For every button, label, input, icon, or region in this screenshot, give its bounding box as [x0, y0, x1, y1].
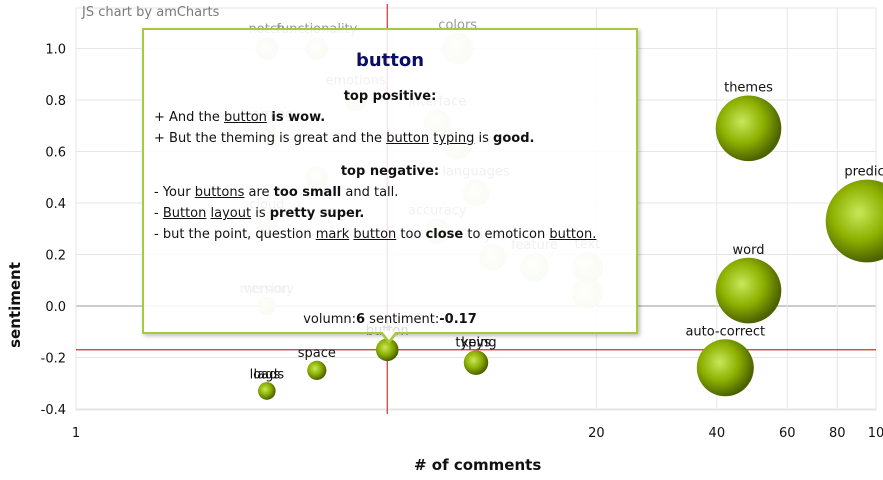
y-axis-title: sentiment: [6, 262, 24, 348]
tooltip-positive-heading: top positive:: [343, 89, 437, 104]
bubble-label: loads: [250, 367, 285, 382]
tooltip-positive-list: + And the button is wow. + But the themin…: [144, 110, 636, 146]
bubble-label: keys: [461, 335, 491, 350]
y-tick-label: -0.2: [41, 352, 66, 367]
comment-text: too: [396, 227, 426, 242]
sentiment-phrase: is wow.: [266, 110, 326, 125]
tooltip-negative-heading: top negative:: [340, 164, 440, 179]
tooltip-volume-value: 6: [356, 312, 366, 327]
y-tick-label: 0.2: [45, 249, 66, 264]
comment-text: is: [474, 131, 494, 146]
sentiment-phrase: close: [425, 227, 464, 242]
keyword-highlight: button: [353, 227, 397, 242]
x-tick-label: 80: [829, 426, 846, 441]
x-tick-label: 10: [868, 426, 883, 441]
negative-comment-line: - Your buttons are too small and tall.: [154, 185, 636, 200]
negative-comment-line: - Button layout is pretty super.: [154, 206, 636, 221]
keyword-highlight: button: [224, 110, 267, 125]
bubble: [307, 360, 327, 380]
x-axis-title: # of comments: [414, 456, 542, 474]
tooltip-volume-label: volumn:: [303, 312, 356, 327]
x-tick-label: 40: [709, 426, 726, 441]
tooltip-footer: volumn:6 sentiment:-0.17: [144, 312, 636, 327]
comment-text: and tall.: [341, 185, 399, 200]
sentiment-phrase: pretty super.: [269, 206, 365, 221]
comment-text: to emoticon: [463, 227, 550, 242]
bubble-label: auto-correct: [685, 324, 765, 339]
bubble: [715, 95, 782, 162]
keyword-highlight: buttons: [194, 185, 245, 200]
bubble-label: predict: [844, 165, 883, 180]
tooltip-pointer-fill: [382, 331, 396, 340]
bubble-tooltip: button top positive: + And the button is…: [142, 28, 638, 334]
comment-text: - Your: [154, 185, 195, 200]
bubble-label: word: [733, 243, 765, 258]
y-tick-label: 0.8: [45, 94, 66, 109]
sentiment-phrase: too small: [273, 185, 342, 200]
tooltip-sentiment-label: sentiment:: [365, 312, 440, 327]
comment-text: + But the theming is great and the: [154, 131, 387, 146]
x-tick-label: 20: [588, 426, 605, 441]
bubble: [715, 257, 782, 324]
bubble-label: themes: [724, 81, 773, 96]
bubble: [463, 350, 489, 375]
keyword-highlight: typing: [433, 131, 475, 146]
y-tick-label: -0.4: [41, 403, 66, 418]
keyword-highlight: Button: [162, 206, 207, 221]
bubble-label: space: [298, 346, 336, 361]
comment-text: is: [251, 206, 270, 221]
positive-comment-line: + And the button is wow.: [154, 110, 636, 125]
comment-text: + And the: [154, 110, 225, 125]
negative-comment-line: - but the point, question mark button to…: [154, 227, 636, 242]
keyword-highlight: button: [386, 131, 430, 146]
positive-comment-line: + But the theming is great and the butto…: [154, 131, 636, 146]
sentiment-phrase: good.: [493, 131, 535, 146]
keyword-highlight: layout: [210, 206, 252, 221]
tooltip-title: button: [355, 50, 425, 71]
keyword-highlight: mark: [315, 227, 350, 242]
y-tick-label: 1.0: [45, 43, 66, 58]
tooltip-negative-list: - Your buttons are too small and tall. - …: [144, 185, 636, 242]
y-tick-label: 0.6: [45, 146, 66, 161]
bubble: [825, 179, 883, 263]
comment-text: are: [244, 185, 274, 200]
comment-text: -: [154, 206, 163, 221]
bubble: [258, 382, 276, 400]
tooltip-sentiment-value: -0.17: [439, 312, 477, 327]
x-tick-label: 1: [72, 426, 80, 441]
keyword-highlight: button.: [549, 227, 597, 242]
chart-credit[interactable]: JS chart by amCharts: [82, 5, 219, 20]
y-tick-label: 0.0: [45, 300, 66, 315]
y-tick-label: 0.4: [45, 197, 66, 212]
x-tick-label: 60: [779, 426, 796, 441]
bubble: [696, 339, 754, 397]
comment-text: - but the point, question: [154, 227, 316, 242]
